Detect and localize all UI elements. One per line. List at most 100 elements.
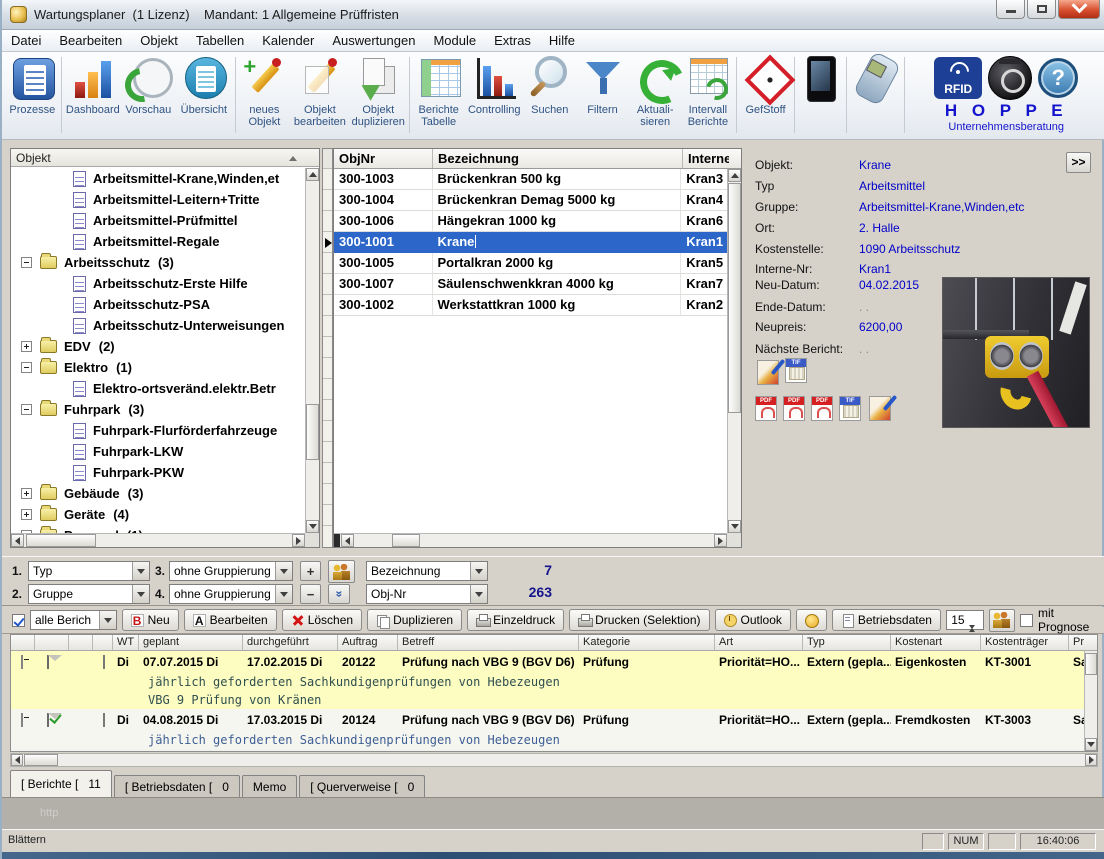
add-grouping-button[interactable]: + <box>300 561 321 581</box>
toolbar-uebersicht[interactable]: Übersicht <box>175 54 233 116</box>
menu-auswertungen[interactable]: Auswertungen <box>323 30 424 51</box>
toolbar-dashboard[interactable]: Dashboard <box>64 54 122 116</box>
maximize-button[interactable] <box>1027 0 1056 19</box>
toolbar-neues-objekt[interactable]: neues Objekt <box>238 54 291 128</box>
filter-checkbox[interactable] <box>12 614 25 627</box>
users-button[interactable] <box>328 560 355 583</box>
edit-report-button[interactable]: Bearbeiten <box>184 609 277 631</box>
column-header-typ[interactable]: Typ <box>803 635 891 650</box>
pdf-document-icon[interactable]: PDF <box>783 396 805 421</box>
tab-berichte[interactable]: [ Berichte [11 <box>10 770 112 797</box>
remove-grouping-button[interactable]: − <box>300 584 321 604</box>
column-header-wt[interactable]: WT <box>113 635 139 650</box>
toolbar-berichte-tabelle[interactable]: Berichte Tabelle <box>412 54 465 128</box>
tif-document-icon[interactable]: TIF <box>839 396 861 421</box>
object-row-selected[interactable]: 300-1001 Krane Kran1 <box>334 232 727 253</box>
record-selector[interactable] <box>323 295 332 316</box>
pdf-document-icon[interactable]: PDF <box>755 396 777 421</box>
toolbar-gefstoff[interactable]: GefStoff <box>739 54 792 116</box>
grouping-combo-1[interactable]: Typ <box>28 561 150 581</box>
record-selector[interactable] <box>323 274 332 295</box>
pdf-document-icon[interactable]: PDF <box>811 396 833 421</box>
record-selector[interactable] <box>323 253 332 274</box>
image-edit-icon[interactable] <box>757 360 779 385</box>
toolbar-prozesse[interactable]: Prozesse <box>6 54 59 116</box>
object-row[interactable]: 300-1004 Brückenkran Demag 5000 kg Kran4 <box>334 190 727 211</box>
menu-hilfe[interactable]: Hilfe <box>540 30 584 51</box>
scroll-right-icon[interactable] <box>1085 754 1097 766</box>
toolbar-handheld[interactable] <box>849 54 902 102</box>
chevron-down-icon[interactable] <box>275 562 292 580</box>
scroll-left-icon[interactable] <box>11 534 24 547</box>
collapse-row-icon[interactable] <box>21 713 23 727</box>
scroll-down-icon[interactable] <box>1085 738 1097 751</box>
grouping-combo-2[interactable]: Gruppe <box>28 584 150 604</box>
scroll-right-icon[interactable] <box>714 534 727 547</box>
tree-item[interactable]: Fuhrpark-Flurförderfahrzeuge <box>11 420 305 441</box>
collapse-toggle-icon[interactable] <box>21 257 32 268</box>
chevron-down-icon[interactable] <box>99 611 116 629</box>
tree-item[interactable]: Arbeitsschutz-Erste Hilfe <box>11 273 305 294</box>
menu-datei[interactable]: Datei <box>2 30 50 51</box>
column-header-geplant[interactable]: geplant <box>139 635 243 650</box>
report-row-block[interactable]: Di 07.07.2015 Di 17.02.2015 Di 20122 Prü… <box>11 651 1097 709</box>
toolbar-vorschau[interactable]: Vorschau <box>122 54 175 116</box>
tree-item[interactable]: Arbeitsmittel-Krane,Winden,et <box>11 168 305 189</box>
users-button[interactable] <box>989 609 1015 632</box>
collapse-all-button[interactable]: » <box>328 584 350 604</box>
prognose-checkbox[interactable] <box>1020 614 1033 627</box>
column-header-pr[interactable]: Pr <box>1069 635 1089 650</box>
column-header-kategorie[interactable]: Kategorie <box>579 635 715 650</box>
column-header-kostenart[interactable]: Kostenart <box>891 635 981 650</box>
report-table-vertical-scrollbar[interactable] <box>1084 651 1097 751</box>
toolbar-suchen[interactable]: Suchen <box>523 54 576 116</box>
collapse-row-icon[interactable] <box>21 655 23 669</box>
scroll-right-icon[interactable] <box>292 534 305 547</box>
duplicate-report-button[interactable]: Duplizieren <box>367 609 462 631</box>
close-button[interactable] <box>1058 0 1100 19</box>
help-icon[interactable] <box>1038 58 1078 98</box>
report-filter-combo[interactable]: alle Berich <box>30 610 117 630</box>
tree-item[interactable]: Geräte(4) <box>11 504 305 525</box>
scroll-left-icon[interactable] <box>11 754 23 766</box>
toolbar-objekt-duplizieren[interactable]: Objekt duplizieren <box>349 54 407 128</box>
report-row-block[interactable]: Di 04.08.2015 Di 17.03.2015 Di 20124 Prü… <box>11 709 1097 749</box>
scroll-thumb[interactable] <box>306 404 319 460</box>
scroll-thumb[interactable] <box>334 534 340 547</box>
record-selector[interactable] <box>323 232 332 253</box>
object-table-vertical-scrollbar[interactable] <box>727 169 741 533</box>
betriebsdaten-button[interactable]: Betriebsdaten <box>832 609 941 631</box>
record-selector[interactable] <box>323 211 332 232</box>
expand-detail-button[interactable]: >> <box>1066 152 1091 173</box>
minimize-button[interactable] <box>996 0 1025 19</box>
print-selection-button[interactable]: Drucken (Selektion) <box>569 609 709 631</box>
menu-kalender[interactable]: Kalender <box>253 30 323 51</box>
tab-querverweise[interactable]: [ Querverweise [0 <box>299 775 425 797</box>
column-header-durchgefuehrt[interactable]: durchgeführt <box>243 635 338 650</box>
menu-bearbeiten[interactable]: Bearbeiten <box>50 30 131 51</box>
tree-item[interactable]: Fuhrpark(3) <box>11 399 305 420</box>
expand-toggle-icon[interactable] <box>21 488 32 499</box>
tree-item[interactable]: Arbeitsmittel-Prüfmittel <box>11 210 305 231</box>
collapse-toggle-icon[interactable] <box>21 404 32 415</box>
sort-combo-2[interactable]: Obj-Nr <box>366 584 488 604</box>
record-selector[interactable] <box>323 190 332 211</box>
sort-combo-1[interactable]: Bezeichnung <box>366 561 488 581</box>
tree-item[interactable]: Arbeitsschutz-Unterweisungen <box>11 315 305 336</box>
scroll-down-icon[interactable] <box>728 520 741 533</box>
scroll-up-icon[interactable] <box>728 169 741 182</box>
toolbar-filtern[interactable]: Filtern <box>576 54 629 116</box>
tree-vertical-scrollbar[interactable] <box>305 168 319 533</box>
column-header-kostentraeger[interactable]: Kostenträger <box>981 635 1069 650</box>
smiley-button[interactable] <box>796 609 827 631</box>
toolbar-controlling[interactable]: Controlling <box>465 54 523 116</box>
delete-report-button[interactable]: Löschen <box>282 609 362 631</box>
camera-icon[interactable] <box>988 56 1032 100</box>
column-header-art[interactable]: Art <box>715 635 803 650</box>
tree-item[interactable]: Arbeitsschutz(3) <box>11 252 305 273</box>
tree-item[interactable]: Fuhrpark-LKW <box>11 441 305 462</box>
expand-toggle-icon[interactable] <box>21 341 32 352</box>
object-row[interactable]: 300-1002 Werkstattkran 1000 kg Kran2 <box>334 295 727 316</box>
object-row[interactable]: 300-1003 Brückenkran 500 kg Kran3 <box>334 169 727 190</box>
record-selector[interactable] <box>323 169 332 190</box>
